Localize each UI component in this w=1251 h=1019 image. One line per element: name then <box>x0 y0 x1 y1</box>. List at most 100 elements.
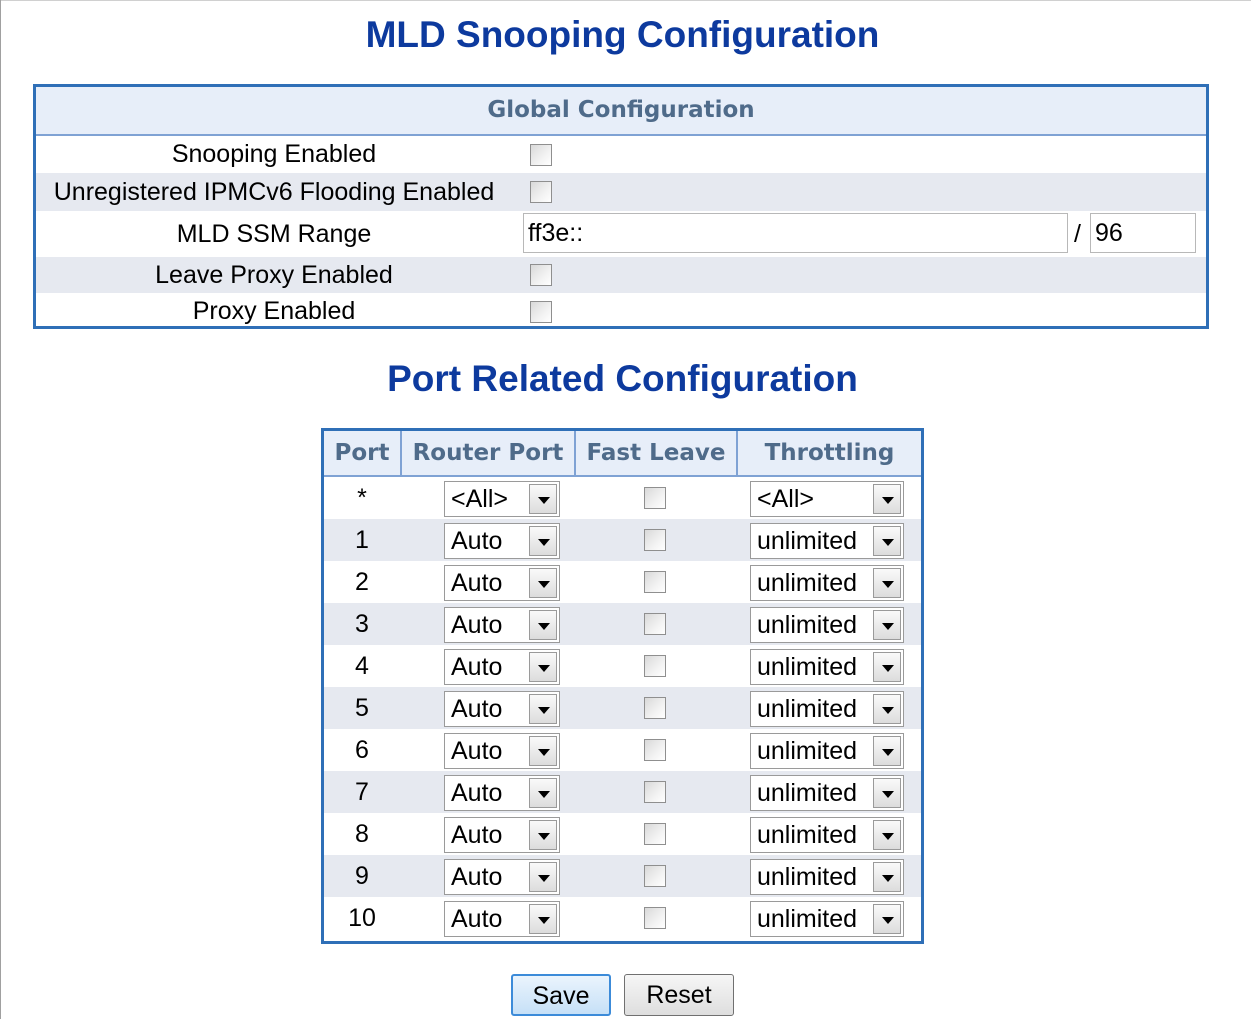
save-button[interactable]: Save <box>511 974 611 1016</box>
fast-leave-checkbox[interactable] <box>644 529 666 551</box>
throttling-select[interactable]: unlimited <box>750 775 904 811</box>
row-unregistered-flooding: Unregistered IPMCv6 Flooding Enabled <box>36 173 1206 211</box>
ssm-range-separator: / <box>1074 220 1081 248</box>
chevron-down-icon[interactable] <box>529 862 557 892</box>
ssm-range-prefix-input[interactable]: 96 <box>1090 213 1196 253</box>
chevron-down-icon[interactable] <box>529 484 557 514</box>
row-snooping-enabled: Snooping Enabled <box>36 136 1206 173</box>
chevron-down-icon[interactable] <box>873 568 901 598</box>
throttling-value: unlimited <box>757 821 858 849</box>
chevron-down-icon[interactable] <box>873 820 901 850</box>
port-number: 5 <box>355 694 369 722</box>
frame-top-edge <box>0 0 1251 1</box>
port-number: 8 <box>355 820 369 848</box>
port-row: 7 Auto unlimited <box>324 771 921 813</box>
router-port-value: Auto <box>451 569 503 597</box>
throttling-value: unlimited <box>757 695 858 723</box>
router-port-select[interactable]: Auto <box>444 859 560 895</box>
router-port-select[interactable]: Auto <box>444 775 560 811</box>
chevron-down-icon[interactable] <box>873 526 901 556</box>
port-number: 1 <box>355 526 369 554</box>
chevron-down-icon[interactable] <box>873 484 901 514</box>
row-proxy-enabled: Proxy Enabled <box>36 293 1206 329</box>
chevron-down-icon[interactable] <box>529 820 557 850</box>
port-number: * <box>357 484 367 512</box>
fast-leave-checkbox[interactable] <box>644 697 666 719</box>
chevron-down-icon[interactable] <box>873 904 901 934</box>
fast-leave-checkbox[interactable] <box>644 865 666 887</box>
chevron-down-icon[interactable] <box>873 694 901 724</box>
snooping-enabled-label: Snooping Enabled <box>171 140 377 168</box>
ssm-range-label: MLD SSM Range <box>176 220 372 248</box>
router-port-select[interactable]: Auto <box>444 691 560 727</box>
throttling-select[interactable]: <All> <box>750 481 904 517</box>
port-row: 8 Auto unlimited <box>324 813 921 855</box>
chevron-down-icon[interactable] <box>529 694 557 724</box>
fast-leave-checkbox[interactable] <box>644 907 666 929</box>
port-row: 4 Auto unlimited <box>324 645 921 687</box>
router-port-select[interactable]: Auto <box>444 649 560 685</box>
port-number: 10 <box>348 904 376 932</box>
proxy-enabled-label: Proxy Enabled <box>192 297 356 325</box>
unregistered-flooding-label: Unregistered IPMCv6 Flooding Enabled <box>53 178 495 206</box>
chevron-down-icon[interactable] <box>873 778 901 808</box>
fast-leave-checkbox[interactable] <box>644 487 666 509</box>
router-port-select[interactable]: Auto <box>444 565 560 601</box>
fast-leave-checkbox[interactable] <box>644 613 666 635</box>
throttling-select[interactable]: unlimited <box>750 565 904 601</box>
router-port-value: Auto <box>451 611 503 639</box>
router-port-value: Auto <box>451 863 503 891</box>
chevron-down-icon[interactable] <box>873 736 901 766</box>
throttling-select[interactable]: unlimited <box>750 691 904 727</box>
throttling-select[interactable]: unlimited <box>750 649 904 685</box>
chevron-down-icon[interactable] <box>529 778 557 808</box>
fast-leave-checkbox[interactable] <box>644 571 666 593</box>
col-header-router-port: Router Port <box>402 431 574 477</box>
reset-button[interactable]: Reset <box>624 974 734 1016</box>
chevron-down-icon[interactable] <box>529 904 557 934</box>
snooping-enabled-checkbox[interactable] <box>530 144 552 166</box>
port-row: 5 Auto unlimited <box>324 687 921 729</box>
col-header-throttling: Throttling <box>738 431 921 477</box>
port-row: 6 Auto unlimited <box>324 729 921 771</box>
router-port-select[interactable]: Auto <box>444 733 560 769</box>
throttling-value: unlimited <box>757 863 858 891</box>
proxy-enabled-checkbox[interactable] <box>530 301 552 323</box>
ssm-range-address-input[interactable]: ff3e:: <box>523 213 1068 253</box>
throttling-value: unlimited <box>757 737 858 765</box>
router-port-select[interactable]: Auto <box>444 523 560 559</box>
router-port-select[interactable]: <All> <box>444 481 560 517</box>
throttling-select[interactable]: unlimited <box>750 607 904 643</box>
port-number: 7 <box>355 778 369 806</box>
router-port-select[interactable]: Auto <box>444 607 560 643</box>
row-ssm-range: MLD SSM Range ff3e:: / 96 <box>36 211 1206 257</box>
fast-leave-checkbox[interactable] <box>644 781 666 803</box>
chevron-down-icon[interactable] <box>873 652 901 682</box>
throttling-value: <All> <box>757 485 814 513</box>
router-port-select[interactable]: Auto <box>444 817 560 853</box>
chevron-down-icon[interactable] <box>873 862 901 892</box>
chevron-down-icon[interactable] <box>529 568 557 598</box>
port-row: * <All> <All> <box>324 477 921 519</box>
throttling-select[interactable]: unlimited <box>750 523 904 559</box>
router-port-select[interactable]: Auto <box>444 901 560 937</box>
chevron-down-icon[interactable] <box>529 736 557 766</box>
throttling-select[interactable]: unlimited <box>750 901 904 937</box>
fast-leave-checkbox[interactable] <box>644 823 666 845</box>
chevron-down-icon[interactable] <box>529 610 557 640</box>
unregistered-flooding-checkbox[interactable] <box>530 181 552 203</box>
frame-left-edge <box>0 0 1 1019</box>
throttling-select[interactable]: unlimited <box>750 733 904 769</box>
leave-proxy-checkbox[interactable] <box>530 264 552 286</box>
port-config-title: Port Related Configuration <box>387 358 858 399</box>
router-port-value: Auto <box>451 779 503 807</box>
chevron-down-icon[interactable] <box>529 526 557 556</box>
fast-leave-checkbox[interactable] <box>644 739 666 761</box>
port-row: 1 Auto unlimited <box>324 519 921 561</box>
global-config-header: Global Configuration <box>36 87 1206 136</box>
chevron-down-icon[interactable] <box>873 610 901 640</box>
throttling-select[interactable]: unlimited <box>750 817 904 853</box>
chevron-down-icon[interactable] <box>529 652 557 682</box>
fast-leave-checkbox[interactable] <box>644 655 666 677</box>
throttling-select[interactable]: unlimited <box>750 859 904 895</box>
